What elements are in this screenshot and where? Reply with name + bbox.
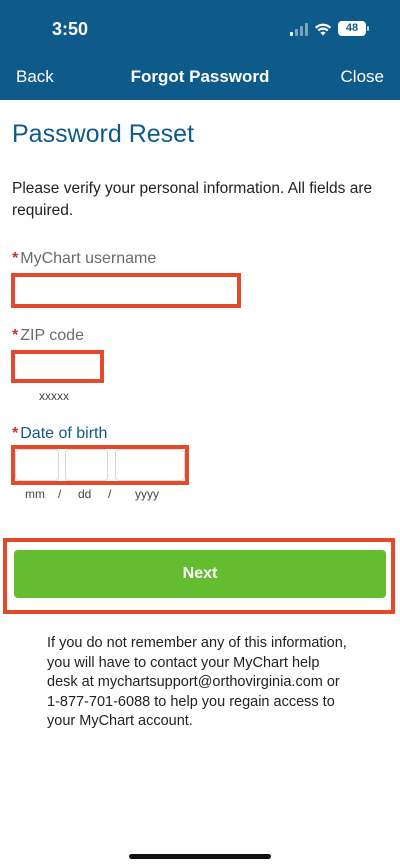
dob-year-input[interactable]: [115, 449, 185, 481]
status-icons: 48: [290, 21, 369, 36]
next-button[interactable]: Next: [14, 550, 386, 598]
help-text: If you do not remember any of this infor…: [47, 635, 347, 729]
wifi-icon: [314, 23, 332, 35]
dob-day-hint: dd: [78, 487, 92, 501]
dob-day-input[interactable]: [65, 449, 108, 481]
battery-icon: 48: [338, 21, 369, 36]
dob-separator: /: [58, 487, 62, 501]
dob-label: * Date of birth: [12, 425, 108, 442]
cellular-signal-icon: [290, 22, 308, 36]
dob-month-hint: mm: [25, 487, 45, 501]
username-input[interactable]: [15, 277, 237, 304]
required-marker: *: [12, 250, 19, 267]
intro-text: Please verify your personal information.…: [12, 180, 373, 219]
dob-year-hint: yyyy: [135, 487, 159, 501]
page-title: Password Reset: [12, 120, 195, 148]
close-button[interactable]: Close: [341, 67, 384, 87]
zip-input[interactable]: [15, 354, 100, 379]
username-label: * MyChart username: [12, 250, 157, 267]
zip-hint: xxxxx: [39, 389, 69, 403]
header-bar: 3:50 48 Back Forgot Password Close: [0, 0, 400, 100]
back-button[interactable]: Back: [16, 67, 54, 87]
home-indicator: [129, 854, 271, 859]
dob-separator: /: [108, 487, 112, 501]
required-marker: *: [12, 327, 19, 344]
dob-month-input[interactable]: [15, 449, 59, 481]
required-marker: *: [12, 425, 19, 442]
zip-label: * ZIP code: [12, 327, 84, 344]
status-time: 3:50: [52, 19, 89, 39]
